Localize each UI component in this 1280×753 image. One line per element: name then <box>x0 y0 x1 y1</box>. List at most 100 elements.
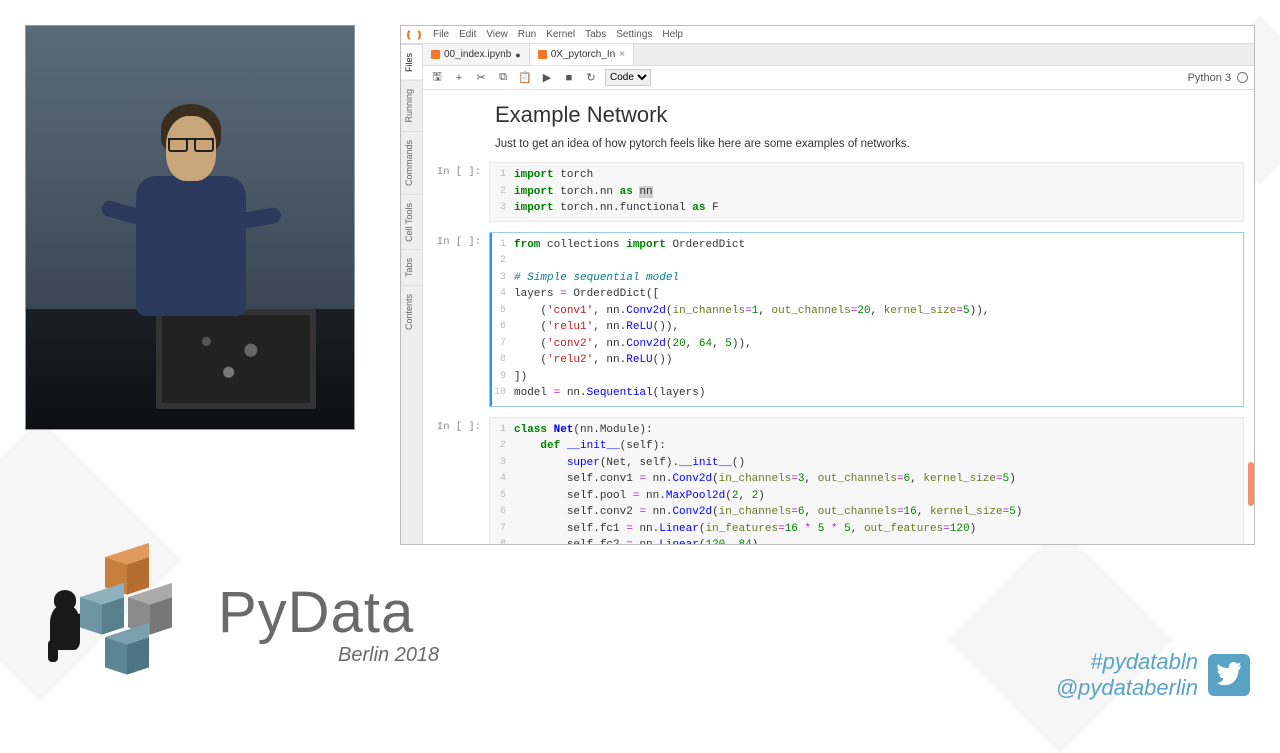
sidetab-running[interactable]: Running <box>401 80 422 131</box>
line-number: 6 <box>490 319 514 336</box>
line-number: 3 <box>490 455 514 472</box>
bg-decoration <box>947 527 1173 753</box>
twitter-handle: @pydataberlin <box>1056 675 1198 700</box>
kernel-name[interactable]: Python 3 <box>1188 72 1231 84</box>
document-tabs: 00_index.ipynb ● 0X_pytorch_In× <box>423 44 1254 66</box>
left-sidebar: FilesRunningCommandsCell ToolsTabsConten… <box>401 44 423 544</box>
cut-icon[interactable]: ✂ <box>473 70 489 86</box>
presenter-figure <box>126 96 256 356</box>
line-number: 1 <box>490 167 514 184</box>
sidetab-commands[interactable]: Commands <box>401 131 422 194</box>
code-text: def __init__(self): <box>514 438 666 455</box>
code-text <box>514 253 521 270</box>
code-cell[interactable]: In [ ]:1from collections import OrderedD… <box>423 230 1254 415</box>
notebook-body[interactable]: Example Network Just to get an idea of h… <box>423 90 1254 544</box>
restart-icon[interactable]: ↻ <box>583 70 599 86</box>
heading: Example Network <box>495 102 1194 128</box>
code-text: self.fc1 = nn.Linear(in_features=16 * 5 … <box>514 521 976 538</box>
code-text: super(Net, self).__init__() <box>514 455 745 472</box>
menu-tabs[interactable]: Tabs <box>585 29 606 40</box>
notebook-icon <box>431 50 440 59</box>
line-number: 2 <box>490 253 514 270</box>
dirty-indicator-icon: ● <box>515 50 520 60</box>
code-text: # Simple sequential model <box>514 270 679 287</box>
line-number: 4 <box>490 471 514 488</box>
markdown-cell[interactable]: Example Network Just to get an idea of h… <box>423 98 1254 160</box>
pydata-brand: PyData Berlin 2018 <box>50 550 439 700</box>
notebook-icon <box>538 50 547 59</box>
code-text: layers = OrderedDict([ <box>514 286 659 303</box>
kernel-status-icon[interactable] <box>1237 72 1248 83</box>
code-text: self.pool = nn.MaxPool2d(2, 2) <box>514 488 765 505</box>
input-prompt: In [ ]: <box>429 232 489 407</box>
line-number: 3 <box>490 270 514 287</box>
jupyterlab-window: File Edit View Run Kernel Tabs Settings Help Fi… <box>400 25 1255 545</box>
pydata-logo-icon <box>50 550 200 700</box>
add-cell-icon[interactable]: + <box>451 70 467 86</box>
run-icon[interactable]: ▶ <box>539 70 555 86</box>
menu-run[interactable]: Run <box>518 29 536 40</box>
sidetab-files[interactable]: Files <box>401 44 422 80</box>
speaker-video <box>25 25 355 430</box>
code-text: import torch <box>514 167 593 184</box>
tab-label: 00_index.ipynb <box>444 49 511 60</box>
menu-edit[interactable]: Edit <box>459 29 476 40</box>
line-number: 7 <box>490 521 514 538</box>
code-text: self.fc2 = nn.Linear(120, 84) <box>514 537 758 544</box>
line-number: 3 <box>490 200 514 217</box>
code-text: ('relu2', nn.ReLU()) <box>514 352 672 369</box>
menubar: File Edit View Run Kernel Tabs Settings Help <box>401 26 1254 44</box>
line-number: 6 <box>490 504 514 521</box>
twitter-icon <box>1208 654 1250 696</box>
code-text: import torch.nn.functional as F <box>514 200 719 217</box>
jupyter-logo-icon <box>407 28 421 42</box>
line-number: 5 <box>490 488 514 505</box>
paragraph: Just to get an idea of how pytorch feels… <box>495 138 1194 150</box>
line-number: 9 <box>490 369 514 386</box>
sidetab-tabs[interactable]: Tabs <box>401 249 422 285</box>
menu-help[interactable]: Help <box>662 29 683 40</box>
hashtag: #pydatabln <box>1056 649 1198 674</box>
menu-settings[interactable]: Settings <box>616 29 652 40</box>
code-text: self.conv1 = nn.Conv2d(in_channels=3, ou… <box>514 471 1016 488</box>
line-number: 5 <box>490 303 514 320</box>
code-editor[interactable]: 1class Net(nn.Module):2 def __init__(sel… <box>489 417 1244 545</box>
save-icon[interactable]: 🖫 <box>429 70 445 86</box>
social-block: #pydatabln @pydataberlin <box>1056 649 1250 700</box>
line-number: 10 <box>490 385 514 402</box>
code-editor[interactable]: 1from collections import OrderedDict2 3#… <box>489 232 1244 407</box>
code-cell[interactable]: In [ ]:1import torch2import torch.nn as … <box>423 160 1254 230</box>
scrollbar-thumb[interactable] <box>1248 462 1254 506</box>
paste-icon[interactable]: 📋 <box>517 70 533 86</box>
tab-0X_pytorch_In[interactable]: 0X_pytorch_In× <box>530 44 634 65</box>
code-text: ('conv2', nn.Conv2d(20, 64, 5)), <box>514 336 752 353</box>
menu-kernel[interactable]: Kernel <box>546 29 575 40</box>
line-number: 1 <box>490 422 514 439</box>
tab-00_index-ipynb[interactable]: 00_index.ipynb ● <box>423 44 530 65</box>
line-number: 4 <box>490 286 514 303</box>
close-icon[interactable]: × <box>619 49 625 60</box>
sidetab-cell-tools[interactable]: Cell Tools <box>401 194 422 250</box>
line-number: 7 <box>490 336 514 353</box>
line-number: 2 <box>490 184 514 201</box>
code-text: class Net(nn.Module): <box>514 422 653 439</box>
sidetab-contents[interactable]: Contents <box>401 285 422 338</box>
line-number: 8 <box>490 537 514 544</box>
tab-label: 0X_pytorch_In <box>551 49 616 60</box>
code-editor[interactable]: 1import torch2import torch.nn as nn3impo… <box>489 162 1244 222</box>
code-text: model = nn.Sequential(layers) <box>514 385 705 402</box>
code-text: from collections import OrderedDict <box>514 237 745 254</box>
menu-file[interactable]: File <box>433 29 449 40</box>
notebook-toolbar: 🖫 + ✂ ⧉ 📋 ▶ ■ ↻ Code Python 3 <box>423 66 1254 90</box>
celltype-select[interactable]: Code <box>605 69 651 86</box>
code-text: ('relu1', nn.ReLU()), <box>514 319 679 336</box>
brand-name: PyData <box>218 584 439 642</box>
code-text: ]) <box>514 369 527 386</box>
code-cell[interactable]: In [ ]:1class Net(nn.Module):2 def __ini… <box>423 415 1254 545</box>
line-number: 2 <box>490 438 514 455</box>
brand-subtitle: Berlin 2018 <box>338 644 439 667</box>
copy-icon[interactable]: ⧉ <box>495 70 511 86</box>
menu-view[interactable]: View <box>486 29 508 40</box>
input-prompt: In [ ]: <box>429 417 489 545</box>
stop-icon[interactable]: ■ <box>561 70 577 86</box>
